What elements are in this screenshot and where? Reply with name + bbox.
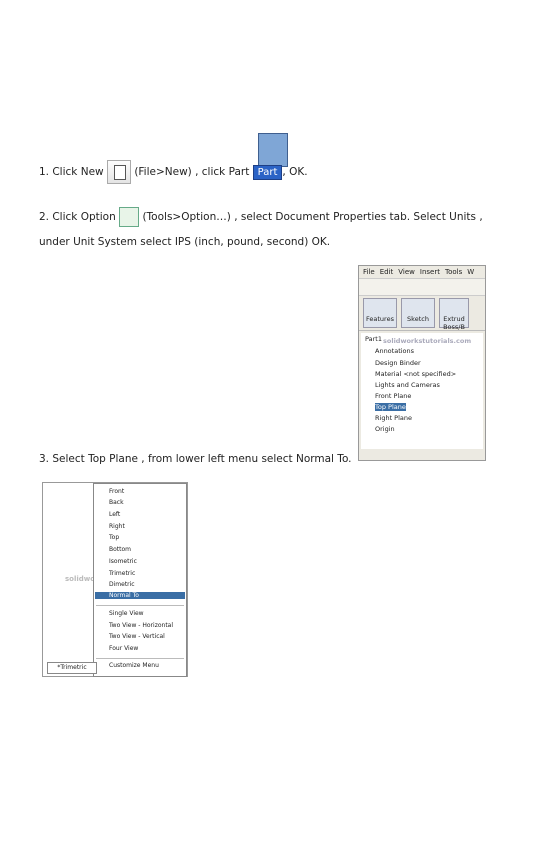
tab-features[interactable]: Features — [363, 298, 397, 328]
view-two-horizontal[interactable]: Two View - Horizontal — [109, 622, 173, 629]
view-dimetric[interactable]: Dimetric — [109, 581, 135, 588]
watermark: solidworkstutorials.com — [383, 337, 472, 345]
menu-window[interactable]: W — [467, 268, 474, 276]
view-isometric[interactable]: Isometric — [109, 558, 137, 565]
tree-top-plane[interactable]: Top Plane — [375, 403, 406, 411]
view-normal-to[interactable]: Normal To — [95, 592, 185, 599]
solidworks-panel: File Edit View Insert Tools W Features S… — [358, 265, 486, 461]
view-four[interactable]: Four View — [109, 645, 138, 652]
step-1-middle: (File>New) , click Part — [134, 166, 250, 178]
view-bottom[interactable]: Bottom — [109, 546, 131, 553]
step-2-line1: (Tools>Option…) , select Document Proper… — [142, 211, 483, 223]
step-1-prefix: 1. Click New — [39, 166, 104, 178]
menu-file[interactable]: File — [363, 268, 375, 276]
tree-design-binder[interactable]: Design Binder — [375, 359, 421, 367]
tab-sketch[interactable]: Sketch — [401, 298, 435, 328]
menu-separator — [96, 658, 184, 659]
standard-toolbar — [359, 279, 485, 296]
view-single[interactable]: Single View — [109, 610, 144, 617]
step-2-line-2: under Unit System select IPS (inch, poun… — [39, 236, 331, 248]
view-top[interactable]: Top — [109, 534, 119, 541]
menu-insert[interactable]: Insert — [420, 268, 440, 276]
view-left[interactable]: Left — [109, 511, 120, 518]
tree-origin[interactable]: Origin — [375, 425, 395, 433]
view-trimetric[interactable]: Trimetric — [109, 570, 135, 577]
view-two-vertical[interactable]: Two View - Vertical — [109, 633, 165, 640]
part-button[interactable]: Part — [252, 165, 283, 180]
view-right[interactable]: Right — [109, 523, 125, 530]
step-1: 1. Click New (File>New) , click Part Par… — [39, 160, 308, 184]
command-manager: Features Sketch Extrud Boss/B — [359, 296, 485, 331]
view-label[interactable]: *Trimetric — [47, 662, 97, 674]
view-menu: Front Back Left Right Top Bottom Isometr… — [93, 483, 187, 677]
menu-bar: File Edit View Insert Tools W — [359, 266, 485, 279]
step-3: 3. Select Top Plane , from lower left me… — [39, 453, 352, 465]
tree-part[interactable]: Part1 — [365, 335, 382, 343]
options-icon[interactable] — [119, 207, 140, 227]
step-2-prefix: 2. Click Option — [39, 211, 116, 223]
feature-tree: Part1 solidworkstutorials.com Annotation… — [361, 333, 483, 449]
new-document-icon[interactable] — [106, 160, 131, 184]
tree-annotations[interactable]: Annotations — [375, 347, 414, 355]
tab-extrude[interactable]: Extrud Boss/B — [439, 298, 469, 331]
view-back[interactable]: Back — [109, 499, 124, 506]
tree-front-plane[interactable]: Front Plane — [375, 392, 411, 400]
tree-right-plane[interactable]: Right Plane — [375, 414, 412, 422]
tree-material[interactable]: Material <not specified> — [375, 370, 456, 378]
menu-tools[interactable]: Tools — [445, 268, 462, 276]
view-front[interactable]: Front — [109, 488, 124, 495]
menu-view[interactable]: View — [398, 268, 415, 276]
menu-separator — [96, 605, 184, 606]
step-2: 2. Click Option (Tools>Option…) , select… — [39, 207, 483, 227]
step-1-suffix: , OK. — [282, 166, 308, 178]
customize-menu[interactable]: Customize Menu — [109, 662, 159, 669]
tree-lights[interactable]: Lights and Cameras — [375, 381, 440, 389]
view-menu-panel: solidworkstutorials.com Front Back Left … — [42, 482, 188, 677]
menu-edit[interactable]: Edit — [380, 268, 394, 276]
